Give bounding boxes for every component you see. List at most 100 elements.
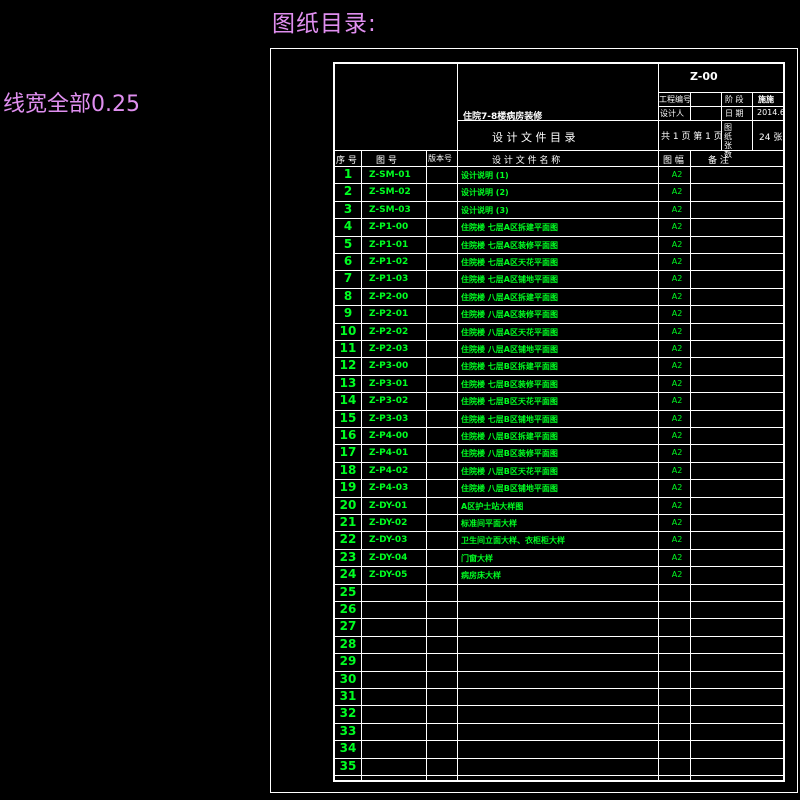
sheet-size: A2 [671, 327, 683, 336]
column-header-remarks: 备 注 [708, 156, 729, 166]
row-number: 6 [343, 254, 353, 268]
drawing-name: 设计说明 (1) [461, 171, 509, 180]
row-number: 22 [339, 532, 357, 546]
title-block-divider [457, 62, 458, 150]
sheet-size: A2 [671, 466, 683, 475]
drawing-name: 设计说明 (2) [461, 188, 509, 197]
header-bottom-line [333, 166, 785, 167]
row-number: 17 [339, 445, 357, 459]
sheet-size: A2 [671, 187, 683, 196]
row-number: 12 [339, 358, 357, 372]
designer-label: 设计人 [660, 109, 684, 118]
date-value: 2014.6 [757, 108, 785, 117]
drawing-name: 住院楼 七层B区铺地平面图 [461, 415, 558, 424]
sheet-size: A2 [671, 344, 683, 353]
row-divider [333, 758, 785, 759]
row-divider [333, 653, 785, 654]
sheet-size: A2 [671, 448, 683, 457]
drawing-code: Z-DY-02 [369, 518, 408, 528]
row-divider [333, 444, 785, 445]
drawing-code: Z-P4-01 [369, 448, 409, 458]
drawing-name: 标准间平面大样 [461, 519, 517, 528]
drawing-name: 住院楼 八层A区装修平面图 [461, 310, 558, 319]
sheet-size: A2 [671, 570, 683, 579]
sheet-size: A2 [671, 535, 683, 544]
column-header-name: 设 计 文 件 名 称 [492, 156, 561, 166]
drawing-name: 设计说明 (3) [461, 206, 509, 215]
column-header-code: 图 号 [376, 156, 397, 166]
row-number: 9 [343, 306, 353, 320]
drawing-name: 病房床大样 [461, 571, 501, 580]
row-divider [333, 375, 785, 376]
sheet-size: A2 [671, 309, 683, 318]
drawing-name: 住院楼 七层B区装修平面图 [461, 380, 558, 389]
drawing-code: Z-P4-00 [369, 431, 409, 441]
row-number: 35 [339, 759, 357, 773]
row-divider [333, 340, 785, 341]
row-divider [333, 775, 785, 776]
row-number: 13 [339, 376, 357, 390]
row-number: 33 [339, 724, 357, 738]
row-number: 30 [339, 672, 357, 686]
column-header-no: 序 号 [336, 156, 357, 166]
row-number: 1 [343, 167, 353, 181]
drawing-code: Z-P3-00 [369, 361, 409, 371]
drawing-name: 住院楼 八层B区拆建平面图 [461, 432, 558, 441]
row-number: 23 [339, 550, 357, 564]
row-divider [333, 462, 785, 463]
row-divider [333, 323, 785, 324]
drawing-code: Z-DY-04 [369, 553, 408, 563]
row-divider [333, 288, 785, 289]
row-divider [333, 549, 785, 550]
drawing-name: 卫生间立面大样、衣柜柜大样 [461, 536, 565, 545]
row-divider [333, 392, 785, 393]
drawing-code: Z-SM-01 [369, 170, 411, 180]
row-divider [333, 497, 785, 498]
drawing-name: 门窗大样 [461, 554, 493, 563]
document-title: 设 计 文 件 目 录 [492, 131, 576, 144]
drawing-code: Z-P1-00 [369, 222, 409, 232]
date-label: 日 期 [725, 109, 744, 118]
header-top-line [333, 150, 785, 151]
row-number: 5 [343, 237, 353, 251]
row-divider [333, 201, 785, 202]
drawing-code: Z-P2-02 [369, 327, 409, 337]
row-divider [333, 601, 785, 602]
row-number: 10 [339, 324, 357, 338]
row-number: 25 [339, 585, 357, 599]
drawing-name: 住院楼 八层B区装修平面图 [461, 449, 558, 458]
drawing-code: Z-P3-03 [369, 414, 409, 424]
sheet-size: A2 [671, 257, 683, 266]
row-number: 3 [343, 202, 353, 216]
project-name: 住院7-8楼病房装修 [463, 112, 543, 122]
row-divider [333, 357, 785, 358]
row-number: 34 [339, 741, 357, 755]
drawing-code: Z-DY-03 [369, 535, 408, 545]
row-divider [333, 636, 785, 637]
row-divider [333, 253, 785, 254]
row-number: 29 [339, 654, 357, 668]
drawing-name: 住院楼 八层A区铺地平面图 [461, 345, 558, 354]
drawing-code: Z-P1-01 [369, 240, 409, 250]
drawing-name: 住院楼 八层A区拆建平面图 [461, 293, 558, 302]
row-number: 20 [339, 498, 357, 512]
sheet-size: A2 [671, 518, 683, 527]
sheet-count-value: 24 张 [759, 133, 783, 143]
row-divider [333, 705, 785, 706]
sheet-size: A2 [671, 292, 683, 301]
row-number: 26 [339, 602, 357, 616]
drawing-code: Z-P2-03 [369, 344, 409, 354]
sheet-size: A2 [671, 414, 683, 423]
sheet-size: A2 [671, 205, 683, 214]
row-divider [333, 218, 785, 219]
sheet-size: A2 [671, 222, 683, 231]
row-divider [333, 305, 785, 306]
row-number: 15 [339, 411, 357, 425]
drawing-name: 住院楼 八层B区铺地平面图 [461, 484, 558, 493]
drawing-code: Z-P1-02 [369, 257, 409, 267]
sheet-size: A2 [671, 170, 683, 179]
sheet-size: A2 [671, 361, 683, 370]
drawing-name: 住院楼 七层A区装修平面图 [461, 241, 558, 250]
drawing-name: 住院楼 八层A区天花平面图 [461, 328, 558, 337]
column-header-version: 版本号 [428, 154, 452, 163]
